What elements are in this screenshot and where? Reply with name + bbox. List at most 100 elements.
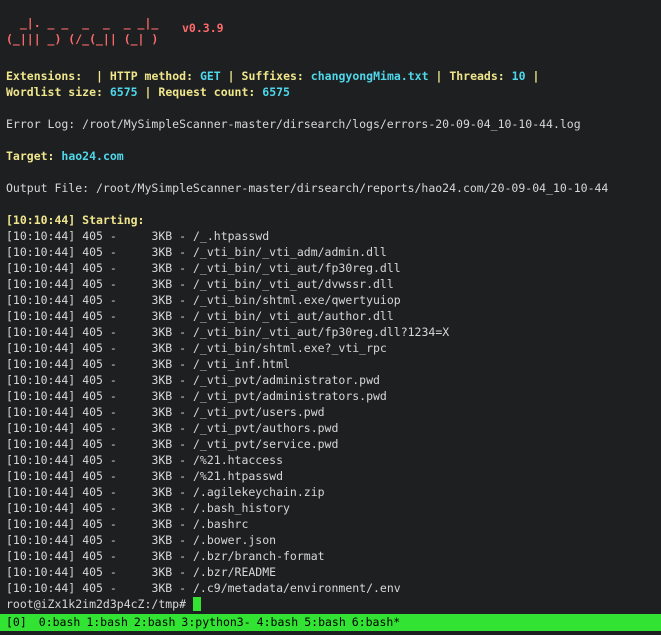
tmux-status-bar: [0] 0:bash 1:bash 2:bash 3:python3- 4:bash 5:b…: [0, 614, 661, 631]
result-size: 3KB: [151, 341, 173, 355]
result-row: [10:10:44] 405 - 3KB - /.agilekeychain.z…: [6, 485, 325, 499]
result-path: /_.htpasswd: [193, 229, 270, 243]
result-time: [10:10:44]: [6, 533, 76, 547]
tmux-window-0[interactable]: 0:bash: [39, 615, 81, 629]
tmux-window-1[interactable]: 1:bash: [86, 615, 128, 629]
tmux-window-6[interactable]: 6:bash*: [352, 615, 400, 629]
tmux-session: [0]: [6, 615, 27, 629]
banner-row-2: (_||| _) (/_(_|| (_| ): [6, 32, 159, 46]
result-status: 405: [82, 373, 103, 387]
result-status: 405: [82, 533, 103, 547]
result-time: [10:10:44]: [6, 501, 76, 515]
result-time: [10:10:44]: [6, 325, 76, 339]
target-label: Target:: [6, 149, 55, 163]
tmux-window-4[interactable]: 4:bash: [257, 615, 299, 629]
error-log: Error Log: /root/MySimpleScanner-master/…: [6, 117, 581, 131]
result-path: /_vti_bin/_vti_aut/dvwssr.dll: [193, 277, 394, 291]
result-status: 405: [82, 341, 103, 355]
result-status: 405: [82, 581, 103, 595]
results-list: [10:10:44] 405 - 3KB - /_.htpasswd [10:10…: [6, 228, 661, 596]
output-file: Output File: /root/MySimpleScanner-maste…: [6, 181, 609, 195]
separator: |: [96, 69, 103, 83]
tmux-window-3[interactable]: 3:python3-: [181, 615, 250, 629]
result-time: [10:10:44]: [6, 357, 76, 371]
extensions-label: Extensions:: [6, 69, 83, 83]
banner-row-1: _|. _ _ _ _ _ _|_: [6, 16, 159, 30]
result-path: /_vti_bin/_vti_aut/fp30reg.dll?1234=X: [193, 325, 450, 339]
suffixes-label: Suffixes:: [241, 69, 304, 83]
result-path: /.c9/metadata/environment/.env: [193, 581, 401, 595]
result-time: [10:10:44]: [6, 485, 76, 499]
tmux-window-list: 0:bash 1:bash 2:bash 3:python3- 4:bash 5:bash…: [33, 615, 400, 629]
result-path: /.bashrc: [193, 517, 249, 531]
result-size: 3KB: [151, 277, 173, 291]
result-status: 405: [82, 357, 103, 371]
threads-value: 10: [511, 69, 526, 83]
result-time: [10:10:44]: [6, 437, 76, 451]
result-size: 3KB: [151, 533, 173, 547]
result-row: [10:10:44] 405 - 3KB - /_vti_bin/shtml.e…: [6, 341, 387, 355]
result-size: 3KB: [151, 501, 173, 515]
result-row: [10:10:44] 405 - 3KB - /_.htpasswd: [6, 229, 270, 243]
result-time: [10:10:44]: [6, 581, 76, 595]
result-row: [10:10:44] 405 - 3KB - /.bzr/branch-form…: [6, 549, 325, 563]
result-size: 3KB: [151, 357, 173, 371]
request-count-value: 6575: [262, 85, 290, 99]
result-time: [10:10:44]: [6, 421, 76, 435]
tmux-window-2[interactable]: 2:bash: [134, 615, 176, 629]
result-path: /_vti_bin/shtml.exe/qwertyuiop: [193, 293, 401, 307]
result-path: /.bzr/branch-format: [193, 549, 325, 563]
result-size: 3KB: [151, 389, 173, 403]
result-size: 3KB: [151, 517, 173, 531]
result-path: /_vti_pvt/service.pwd: [193, 437, 339, 451]
result-path: /.bzr/README: [193, 565, 277, 579]
result-time: [10:10:44]: [6, 229, 76, 243]
result-row: [10:10:44] 405 - 3KB - /_vti_bin/_vti_au…: [6, 309, 394, 323]
result-status: 405: [82, 549, 103, 563]
result-size: 3KB: [151, 325, 173, 339]
result-size: 3KB: [151, 229, 173, 243]
result-row: [10:10:44] 405 - 3KB - /.bower.json: [6, 533, 277, 547]
result-row: [10:10:44] 405 - 3KB - /_vti_bin/_vti_ad…: [6, 245, 387, 259]
result-path: /_vti_bin/_vti_adm/admin.dll: [193, 245, 387, 259]
result-path: /_vti_pvt/administrators.pwd: [193, 389, 387, 403]
result-size: 3KB: [151, 421, 173, 435]
result-time: [10:10:44]: [6, 277, 76, 291]
result-status: 405: [82, 293, 103, 307]
shell-prompt[interactable]: root@iZx1k2im2d3p4cZ:/tmp#: [6, 596, 661, 612]
result-path: /.agilekeychain.zip: [193, 485, 325, 499]
prompt-text: root@iZx1k2im2d3p4cZ:/tmp#: [6, 597, 187, 611]
result-status: 405: [82, 421, 103, 435]
result-time: [10:10:44]: [6, 293, 76, 307]
suffixes-value: changyongMima.txt: [310, 69, 429, 83]
terminal-output[interactable]: _|. _ _ _ _ _ _|_ (_||| _) (/_(_|| (_| )…: [6, 0, 661, 613]
tmux-window-5[interactable]: 5:bash: [304, 615, 346, 629]
cursor: [192, 597, 201, 611]
wordlist-label: Wordlist size:: [6, 85, 103, 99]
result-path: /_vti_bin/shtml.exe?_vti_rpc: [193, 341, 387, 355]
result-path: /_vti_pvt/administrator.pwd: [193, 373, 380, 387]
result-path: /.bower.json: [193, 533, 277, 547]
result-status: 405: [82, 325, 103, 339]
wordlist-value: 6575: [109, 85, 138, 99]
result-status: 405: [82, 389, 103, 403]
result-path: /_vti_bin/_vti_aut/author.dll: [193, 309, 394, 323]
result-path: /.bash_history: [193, 501, 290, 515]
starting-line: [10:10:44] Starting:: [6, 213, 145, 227]
result-status: 405: [82, 565, 103, 579]
result-time: [10:10:44]: [6, 405, 76, 419]
result-status: 405: [82, 245, 103, 259]
result-status: 405: [82, 405, 103, 419]
config-line-2: Wordlist size: 6575 | Request count: 657…: [6, 84, 661, 100]
result-row: [10:10:44] 405 - 3KB - /_vti_bin/shtml.e…: [6, 293, 401, 307]
result-row: [10:10:44] 405 - 3KB - /_vti_bin/_vti_au…: [6, 277, 394, 291]
result-time: [10:10:44]: [6, 565, 76, 579]
request-count-label: Request count:: [158, 85, 256, 99]
result-row: [10:10:44] 405 - 3KB - /.bashrc: [6, 517, 249, 531]
http-method-label: HTTP method:: [109, 69, 194, 83]
result-status: 405: [82, 469, 103, 483]
result-row: [10:10:44] 405 - 3KB - /_vti_bin/_vti_au…: [6, 325, 450, 339]
result-row: [10:10:44] 405 - 3KB - /_vti_bin/_vti_au…: [6, 261, 401, 275]
result-row: [10:10:44] 405 - 3KB - /.bash_history: [6, 501, 290, 515]
result-row: [10:10:44] 405 - 3KB - /_vti_pvt/service…: [6, 437, 339, 451]
